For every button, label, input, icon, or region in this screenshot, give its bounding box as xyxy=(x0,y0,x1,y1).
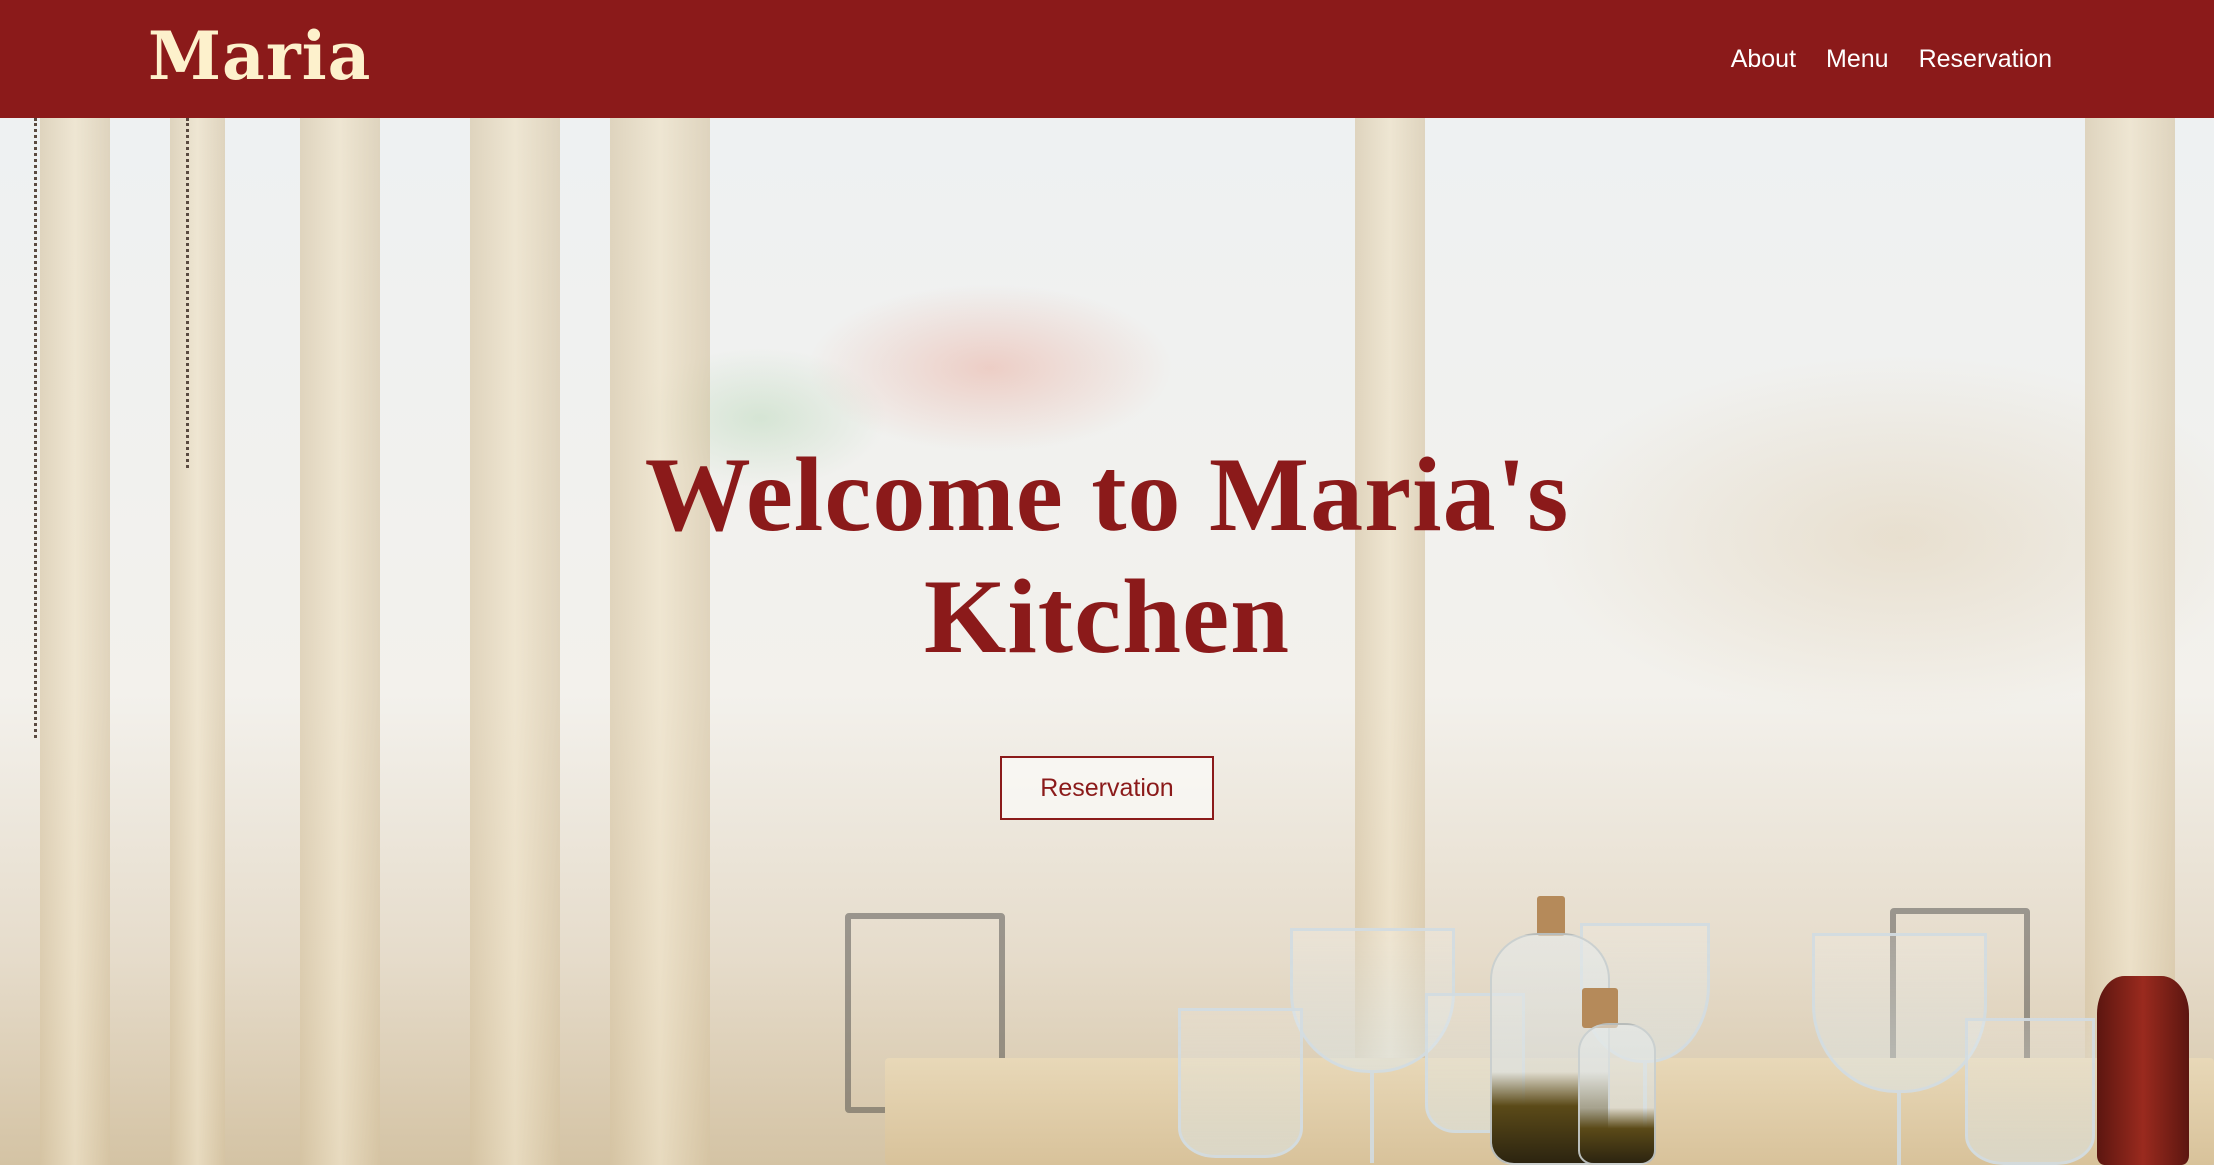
hero-section: Welcome to Maria's Kitchen Reservation xyxy=(0,118,2214,1165)
glass-stem xyxy=(1370,1073,1374,1163)
vinegar-bottle xyxy=(1578,1023,1656,1165)
reservation-button[interactable]: Reservation xyxy=(1000,756,1214,820)
brand-logo[interactable]: Maria xyxy=(148,23,371,89)
hero-title: Welcome to Maria's Kitchen xyxy=(644,436,1570,675)
water-glass xyxy=(1178,1008,1303,1158)
glass-stem xyxy=(1897,1093,1901,1165)
pepper-mill xyxy=(2097,976,2189,1165)
nav-link-menu[interactable]: Menu xyxy=(1826,45,1889,74)
nav-link-reservation[interactable]: Reservation xyxy=(1919,45,2052,74)
nav-link-about[interactable]: About xyxy=(1731,45,1796,74)
top-navbar: Maria About Menu Reservation xyxy=(0,0,2214,118)
hero-content: Welcome to Maria's Kitchen Reservation xyxy=(0,434,2214,820)
hanging-chain xyxy=(186,118,189,468)
bottle-cork xyxy=(1537,896,1565,936)
water-glass xyxy=(1965,1018,2095,1165)
nav-links: About Menu Reservation xyxy=(1731,45,2052,74)
bottle-cork xyxy=(1582,988,1618,1028)
